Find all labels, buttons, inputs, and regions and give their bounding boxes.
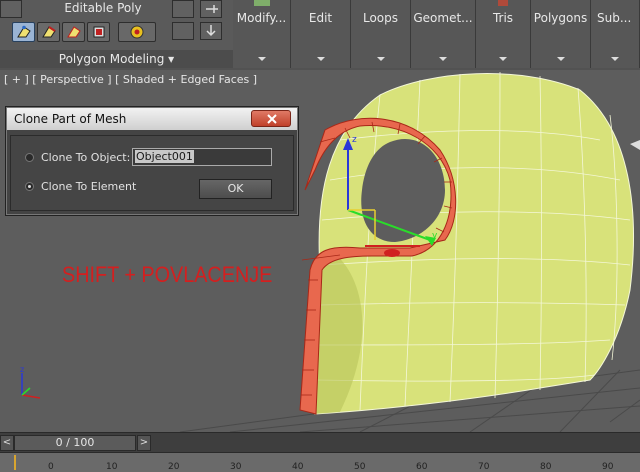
dialog-titlebar[interactable]: Clone Part of Mesh (7, 108, 297, 130)
viewcube-icon[interactable] (630, 140, 640, 150)
border-mode-button[interactable] (62, 22, 85, 42)
dialog-body: Clone To Object: Object001 Clone To Elem… (10, 135, 294, 211)
group-title: Editable Poly (64, 1, 142, 15)
chevron-down-icon (316, 57, 325, 61)
show-end-result-button[interactable] (200, 22, 222, 40)
element-mode-button[interactable] (118, 22, 156, 42)
chevron-down-icon (257, 57, 266, 61)
time-slider[interactable]: < 0 / 100 > (0, 432, 640, 453)
svg-text:z: z (352, 135, 357, 145)
ribbon-button-label: Geomet... (413, 11, 473, 25)
viewport-label[interactable]: [ + ] [ Perspective ] [ Shaded + Edged F… (4, 73, 257, 86)
editable-poly-group: Editable Poly Polygon Modeling ▾ (0, 0, 234, 68)
ribbon-button-modify[interactable]: Modify... (233, 0, 291, 68)
polygon-modeling-label: Polygon Modeling (58, 52, 165, 66)
tris-icon (498, 0, 508, 6)
clone-to-object-radio[interactable] (25, 153, 34, 162)
stack-icon (206, 25, 216, 37)
clone-to-element-option[interactable]: Clone To Element (25, 180, 145, 194)
overlay-annotation: SHIFT + POVLACENJE (62, 262, 273, 287)
ribbon-button-label: Modify... (236, 11, 287, 25)
close-icon (267, 114, 277, 124)
ribbon-button-label: Sub... (597, 11, 632, 25)
clone-to-object-option[interactable]: Clone To Object: (25, 151, 135, 165)
chevron-down-icon (556, 57, 565, 61)
object-name-value: Object001 (135, 150, 194, 163)
vertex-icon (17, 25, 31, 38)
edge-mode-button[interactable] (37, 22, 60, 42)
chevron-down-icon (499, 57, 507, 61)
clone-to-object-label: Clone To Object: (41, 151, 131, 164)
polygon-modeling-dropdown[interactable]: Polygon Modeling ▾ (0, 50, 233, 68)
track-bar[interactable]: 0 10 20 30 40 50 60 70 80 90 (0, 452, 640, 472)
chevron-down-icon (611, 57, 619, 61)
svg-text:z: z (20, 365, 24, 374)
chevron-down-icon (439, 57, 447, 61)
ribbon-button-label: Polygons (533, 11, 588, 25)
ribbon-small-button[interactable] (0, 0, 22, 18)
ribbon-small-button[interactable] (172, 22, 194, 40)
modify-icon (253, 0, 270, 6)
axis-tripod-icon: z (20, 365, 41, 399)
clone-part-of-mesh-dialog: Clone Part of Mesh Clone To Object: Obje… (5, 106, 299, 216)
ribbon-button-label: Edit (308, 11, 333, 25)
chevron-down-icon: ▾ (168, 52, 175, 66)
ribbon-button-edit[interactable]: Edit (291, 0, 351, 68)
pin-icon (206, 5, 218, 13)
polygon-icon (93, 26, 105, 38)
polygon-mode-button[interactable] (87, 22, 110, 42)
time-slider-thumb[interactable]: 0 / 100 (14, 435, 136, 451)
edge-icon (42, 26, 56, 38)
svg-text:y: y (432, 231, 438, 241)
ribbon-button-polygons[interactable]: Polygons (531, 0, 591, 68)
ribbon: Editable Poly Polygon Modeling ▾ Modify.… (0, 0, 640, 71)
object-name-field[interactable]: Object001 (132, 148, 272, 166)
dialog-title: Clone Part of Mesh (14, 112, 127, 126)
ribbon-button-loops[interactable]: Loops (351, 0, 411, 68)
ok-button[interactable]: OK (199, 179, 272, 199)
ribbon-button-label: Tris (492, 11, 514, 25)
ribbon-button-subdivision[interactable]: Sub... (591, 0, 640, 68)
ribbon-button-geometry[interactable]: Geomet... (411, 0, 476, 68)
current-frame-marker (14, 455, 16, 470)
previous-frame-button[interactable]: < (0, 435, 14, 451)
clone-to-element-label: Clone To Element (41, 180, 137, 193)
vertex-mode-button[interactable] (12, 22, 35, 42)
element-icon (130, 25, 144, 39)
pin-stack-button[interactable] (200, 0, 222, 18)
ribbon-small-button[interactable] (172, 0, 194, 18)
border-icon (67, 26, 81, 38)
next-frame-button[interactable]: > (137, 435, 151, 451)
ribbon-button-label: Loops (362, 11, 399, 25)
clone-to-element-radio[interactable] (25, 182, 34, 191)
ribbon-button-tris[interactable]: Tris (476, 0, 531, 68)
chevron-down-icon (376, 57, 385, 61)
close-button[interactable] (251, 110, 291, 127)
